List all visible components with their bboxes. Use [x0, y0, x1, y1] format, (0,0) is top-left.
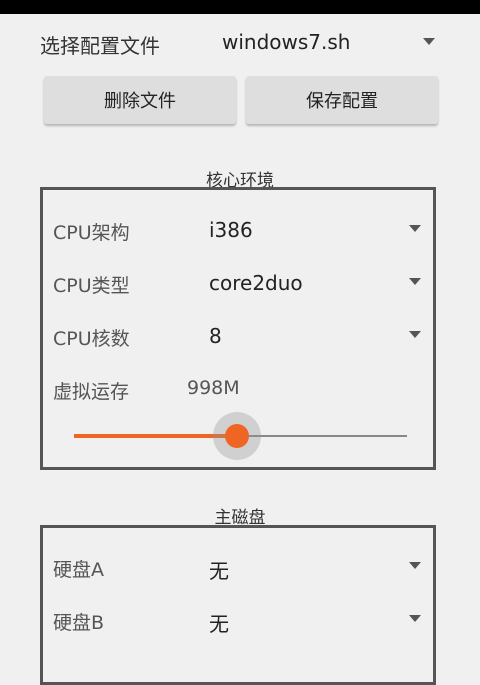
save-config-button[interactable]: 保存配置: [246, 76, 438, 124]
chevron-down-icon[interactable]: [409, 225, 421, 232]
chevron-down-icon[interactable]: [409, 615, 421, 622]
chevron-down-icon[interactable]: [423, 38, 435, 45]
disk-a-value[interactable]: 无: [209, 555, 229, 584]
chevron-down-icon[interactable]: [409, 562, 421, 569]
cpu-arch-label: CPU架构: [53, 222, 130, 244]
cpu-cores-label: CPU核数: [53, 328, 130, 350]
main-disk-box: [40, 525, 436, 685]
ram-value: 998M: [187, 377, 240, 399]
cpu-type-value[interactable]: core2duo: [209, 271, 303, 295]
ram-label: 虚拟运存: [53, 381, 130, 403]
cpu-cores-value[interactable]: 8: [209, 324, 222, 348]
disk-b-label: 硬盘B: [53, 612, 105, 634]
chevron-down-icon[interactable]: [409, 331, 421, 338]
status-bar: [0, 0, 480, 14]
config-file-spinner[interactable]: 选择配置文件 windows7.sh: [0, 22, 480, 64]
delete-file-button[interactable]: 删除文件: [44, 76, 236, 124]
disk-a-label: 硬盘A: [53, 559, 104, 581]
cpu-arch-value[interactable]: i386: [209, 218, 253, 242]
disk-b-value[interactable]: 无: [209, 608, 229, 637]
config-file-label: 选择配置文件: [40, 34, 160, 58]
slider-thumb[interactable]: [225, 424, 250, 448]
slider-track[interactable]: [237, 435, 407, 437]
config-file-value[interactable]: windows7.sh: [222, 30, 350, 54]
cpu-type-label: CPU类型: [53, 275, 130, 297]
chevron-down-icon[interactable]: [409, 278, 421, 285]
